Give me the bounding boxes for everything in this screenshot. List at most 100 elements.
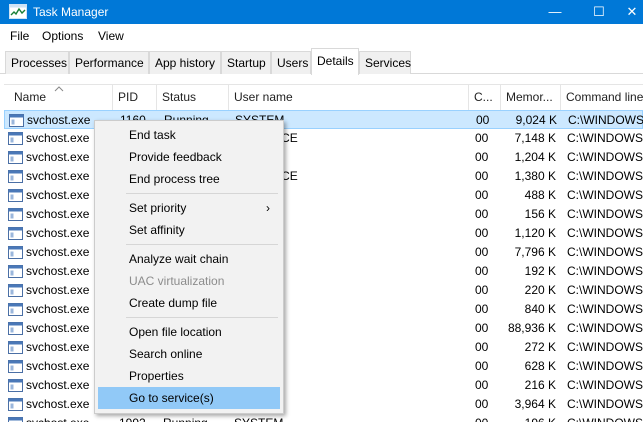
cell-memory: 156 K <box>524 207 556 221</box>
context-menu-item-go-to-service-s[interactable]: Go to service(s) <box>98 387 280 409</box>
context-menu-item-analyze-wait-chain[interactable]: Analyze wait chain <box>98 248 280 270</box>
tab-users[interactable]: Users <box>271 51 311 74</box>
context-menu-item-search-online[interactable]: Search online <box>98 343 280 365</box>
context-menu-label: End process tree <box>129 172 220 186</box>
cell-cpu: 00 <box>475 359 489 373</box>
cell-command-line: C:\WINDOWS\ <box>567 264 643 278</box>
cell-status: Running <box>163 414 229 422</box>
cell-command-line: C:\WINDOWS\ <box>567 414 643 422</box>
tab-startup[interactable]: Startup <box>221 51 271 74</box>
process-window-icon <box>8 151 23 164</box>
cell-command-line: C:\WINDOWS\ <box>567 321 643 335</box>
cell-cpu: 00 <box>475 188 489 202</box>
cell-command-line: C:\WINDOWS\ <box>567 283 643 297</box>
context-menu-label: Properties <box>129 369 184 383</box>
tab-details[interactable]: Details <box>311 48 359 75</box>
menu-separator <box>126 244 278 245</box>
cell-command-line: C:\WINDOWS\ <box>567 397 643 411</box>
cell-command-line: C:\WINDOWS\ <box>567 188 643 202</box>
cell-command-line: C:\WINDOWS\ <box>567 359 643 373</box>
tab-strip: Processes Performance App history Startu… <box>0 48 643 75</box>
tab-app-history[interactable]: App history <box>149 51 221 74</box>
cell-memory: 1,204 K <box>514 150 556 164</box>
cell-memory: 3,964 K <box>514 397 556 411</box>
cell-cpu: 00 <box>475 131 489 145</box>
context-menu-item-set-priority[interactable]: Set priority › <box>98 197 280 219</box>
context-menu-item-properties[interactable]: Properties <box>98 365 280 387</box>
table-row[interactable]: svchost.exe 1992 Running SYSTEM 00196 K C:\WI… <box>4 414 643 422</box>
process-window-icon <box>9 114 24 127</box>
process-window-icon <box>8 417 23 422</box>
column-header-command-line[interactable]: Command line <box>561 85 643 111</box>
process-window-icon <box>8 322 23 335</box>
menu-options[interactable]: Options <box>42 29 83 43</box>
cell-memory: 220 K <box>524 283 556 297</box>
cell-command-line: C:\WINDOWS\ <box>567 245 643 259</box>
process-window-icon <box>8 379 23 392</box>
context-menu-item-provide-feedback[interactable]: Provide feedback <box>98 146 280 168</box>
context-menu: End task Provide feedback End process tree… <box>94 120 284 414</box>
menu-separator <box>126 193 278 194</box>
cell-command-line: C:\WINDOWS\ <box>567 169 643 183</box>
cell-command-line: C:\WINDOWS\ <box>568 113 643 127</box>
cell-cpu: 00 <box>475 414 501 422</box>
cell-cpu: 00 <box>475 264 489 278</box>
context-menu-item-create-dump-file[interactable]: Create dump file <box>98 292 280 314</box>
column-header-memory[interactable]: Memor... <box>501 85 561 111</box>
cell-memory: 216 K <box>524 378 556 392</box>
cell-cpu: 00 <box>475 150 489 164</box>
context-menu-item-open-file-location[interactable]: Open file location <box>98 321 280 343</box>
context-menu-item-end-task[interactable]: End task <box>98 124 280 146</box>
tab-services[interactable]: Services <box>359 51 411 74</box>
column-header-user-name[interactable]: User name <box>229 85 469 111</box>
cell-memory: 1,120 K <box>514 226 556 240</box>
column-header-cpu[interactable]: C... <box>469 85 501 111</box>
task-manager-icon <box>9 4 27 19</box>
menu-file[interactable]: File <box>10 29 29 43</box>
column-header-pid[interactable]: PID <box>113 85 157 111</box>
cell-command-line: C:\WINDOWS\ <box>567 150 643 164</box>
context-menu-item-uac-virtualization: UAC virtualization <box>98 270 280 292</box>
minimize-button[interactable]: — <box>533 0 577 24</box>
cell-memory: 1,380 K <box>514 169 556 183</box>
context-menu-label: Search online <box>129 347 203 361</box>
cell-cpu: 00 <box>475 226 489 240</box>
cell-cpu: 00 <box>475 378 489 392</box>
process-window-icon <box>8 227 23 240</box>
cell-command-line: C:\WINDOWS\ <box>567 131 643 145</box>
chevron-right-icon: › <box>266 201 270 215</box>
column-header-name[interactable]: Name <box>4 85 113 111</box>
context-menu-label: Analyze wait chain <box>129 252 229 266</box>
context-menu-item-end-process-tree[interactable]: End process tree <box>98 168 280 190</box>
tab-processes[interactable]: Processes <box>5 51 69 74</box>
process-window-icon <box>8 303 23 316</box>
process-window-icon <box>8 189 23 202</box>
context-menu-label: UAC virtualization <box>129 274 225 288</box>
close-button[interactable]: ✕ <box>621 0 643 24</box>
menu-separator <box>126 317 278 318</box>
context-menu-item-set-affinity[interactable]: Set affinity <box>98 219 280 241</box>
cell-memory: 488 K <box>524 188 556 202</box>
process-window-icon <box>8 132 23 145</box>
process-window-icon <box>8 284 23 297</box>
cell-command-line: C:\WINDOWS\ <box>567 340 643 354</box>
cell-memory: 192 K <box>524 264 556 278</box>
maximize-button[interactable]: ☐ <box>577 0 621 24</box>
context-menu-label: Go to service(s) <box>129 391 214 405</box>
column-header-status[interactable]: Status <box>157 85 229 111</box>
window-title: Task Manager <box>33 5 109 19</box>
process-window-icon <box>8 360 23 373</box>
cell-cpu: 00 <box>476 113 490 127</box>
context-menu-label: Open file location <box>129 325 222 339</box>
tab-performance[interactable]: Performance <box>69 51 149 74</box>
cell-cpu: 00 <box>475 340 489 354</box>
cell-cpu: 00 <box>475 321 489 335</box>
cell-memory: 628 K <box>524 359 556 373</box>
process-window-icon <box>8 265 23 278</box>
cell-command-line: C:\WINDOWS\ <box>567 207 643 221</box>
cell-cpu: 00 <box>475 397 489 411</box>
menu-view[interactable]: View <box>98 29 124 43</box>
cell-command-line: C:\WINDOWS\ <box>567 378 643 392</box>
process-window-icon <box>8 341 23 354</box>
context-menu-label: Create dump file <box>129 296 218 310</box>
